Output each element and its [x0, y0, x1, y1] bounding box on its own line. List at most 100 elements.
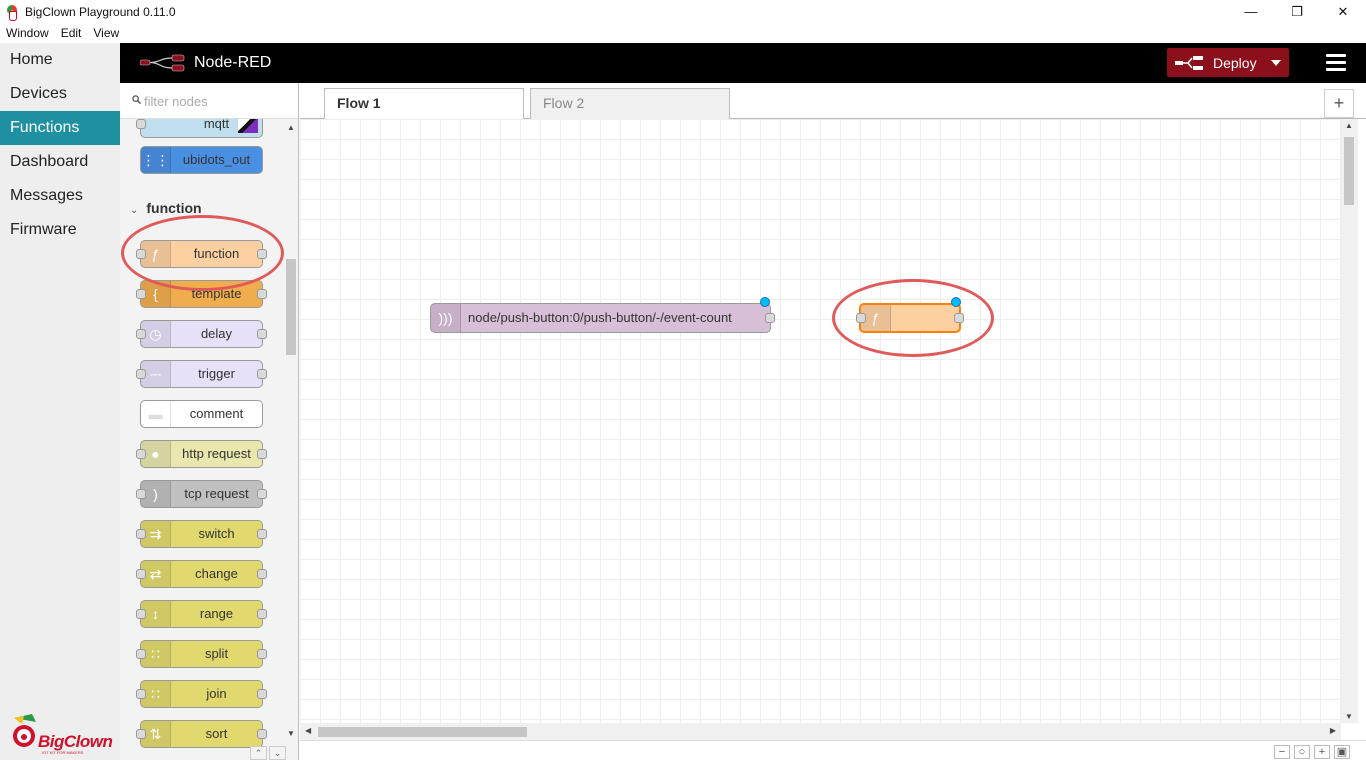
minimize-button[interactable]: — [1228, 0, 1274, 23]
window-title: BigClown Playground 0.11.0 [25, 4, 176, 19]
palette-node-comment[interactable]: ▬ comment [140, 400, 263, 428]
title-bar: BigClown Playground 0.11.0 — ❐ ✕ [0, 0, 1366, 23]
input-port [136, 649, 146, 659]
palette-node-label: sort [205, 726, 228, 741]
input-port[interactable] [856, 313, 866, 323]
nav-dashboard[interactable]: Dashboard [0, 145, 120, 179]
scroll-thumb[interactable] [318, 727, 527, 737]
palette-node-split[interactable]: ∷ split [136, 640, 267, 668]
flow-workspace[interactable]: ))) node/push-button:0/push-button/-/eve… [300, 119, 1341, 723]
input-port [136, 729, 146, 739]
restore-button[interactable]: ❐ [1274, 0, 1320, 23]
menu-window[interactable]: Window [0, 26, 55, 40]
palette-node-tcp-request[interactable]: ) tcp request [136, 480, 267, 508]
search-icon [132, 95, 141, 104]
app-title: Node-RED [194, 54, 272, 71]
input-port [136, 449, 146, 459]
deploy-dropdown-icon[interactable] [1271, 60, 1281, 66]
palette-node-change[interactable]: ⇄ change [136, 560, 267, 588]
filter-nodes-input[interactable] [144, 92, 294, 110]
palette-node-sort[interactable]: ⇅ sort [136, 720, 267, 748]
scroll-right-icon[interactable]: ▶ [1330, 726, 1336, 735]
brand-tagline: IOT KIT FOR MAKERS [42, 750, 84, 755]
palette-footer: ⌃ ⌄ [250, 746, 290, 760]
hamburger-menu-icon[interactable] [1326, 54, 1346, 72]
scroll-up-icon[interactable]: ▲ [287, 123, 295, 132]
app-sidebar: Home Devices Functions Dashboard Message… [0, 43, 120, 760]
nav-devices[interactable]: Devices [0, 77, 120, 111]
output-port [257, 529, 267, 539]
palette-node-label: change [195, 566, 238, 581]
output-port [257, 489, 267, 499]
navigator-button[interactable]: ▣ [1334, 745, 1350, 759]
add-flow-button[interactable]: + [1324, 89, 1354, 118]
workspace-vertical-scrollbar[interactable]: ▲ ▼ [1341, 119, 1358, 723]
palette-node-switch[interactable]: ⇉ switch [136, 520, 267, 548]
palette-node-label: split [204, 646, 229, 661]
output-port[interactable] [954, 313, 964, 323]
clown-logo-icon [13, 714, 36, 747]
scroll-up-icon[interactable]: ▲ [1345, 121, 1353, 130]
collapse-all-icon[interactable]: ⌃ [250, 746, 267, 760]
zoom-reset-button[interactable]: ○ [1294, 745, 1310, 759]
input-port [136, 289, 146, 299]
zoom-out-button[interactable]: − [1274, 745, 1290, 759]
palette-node-label: ubidots_out [182, 152, 251, 167]
menu-bar: Window Edit View [0, 23, 1366, 43]
palette-node-label: tcp request [184, 486, 249, 501]
mqtt-in-node[interactable]: ))) node/push-button:0/push-button/-/eve… [430, 297, 775, 333]
output-port [257, 689, 267, 699]
palette-node-trigger[interactable]: ⎓ trigger [136, 360, 267, 388]
input-port [136, 329, 146, 339]
window-controls: — ❐ ✕ [1228, 0, 1366, 23]
function-node[interactable]: ƒ [856, 297, 964, 333]
tab-flow-2[interactable]: Flow 2 [530, 88, 730, 119]
palette-node-label: comment [189, 406, 244, 421]
palette-scrollbar[interactable]: ▲ ▼ [283, 119, 298, 742]
palette-node-delay[interactable]: ◷ delay [136, 320, 267, 348]
close-button[interactable]: ✕ [1320, 0, 1366, 23]
palette-node-ubidots-out[interactable]: ⋮⋮ ubidots_out [140, 146, 263, 174]
palette-node-join[interactable]: ∷ join [136, 680, 267, 708]
chevron-down-icon: ⌄ [130, 205, 139, 216]
app-logo-icon [5, 4, 19, 21]
dots-icon: ⋮⋮ [141, 147, 171, 173]
input-port [136, 529, 146, 539]
palette-node-http-request[interactable]: ● http request [136, 440, 267, 468]
output-port [257, 249, 267, 259]
workspace-horizontal-scrollbar[interactable]: ◀ ▶ [300, 723, 1341, 740]
deploy-label: Deploy [1213, 55, 1257, 71]
palette-node-label: http request [182, 446, 251, 461]
palette-node-template[interactable]: {template [136, 280, 267, 308]
palette-node-label: trigger [198, 366, 235, 381]
nav-messages[interactable]: Messages [0, 179, 120, 213]
category-function-header[interactable]: ⌄ function [130, 200, 202, 216]
menu-edit[interactable]: Edit [55, 26, 88, 40]
nav-home[interactable]: Home [0, 43, 120, 77]
tab-flow-1[interactable]: Flow 1 [324, 88, 524, 120]
deploy-button[interactable]: Deploy [1167, 48, 1289, 77]
palette-node-label: switch [198, 526, 235, 541]
menu-view[interactable]: View [87, 26, 125, 40]
input-port [136, 569, 146, 579]
output-port[interactable] [765, 313, 775, 323]
input-port [136, 489, 146, 499]
comment-icon: ▬ [141, 401, 171, 427]
scroll-down-icon[interactable]: ▼ [287, 729, 295, 738]
expand-all-icon[interactable]: ⌄ [269, 746, 286, 760]
scroll-down-icon[interactable]: ▼ [1345, 712, 1353, 721]
zoom-in-button[interactable]: + [1314, 745, 1330, 759]
palette-node-range[interactable]: ↕ range [136, 600, 267, 628]
scroll-thumb[interactable] [286, 259, 296, 355]
output-port [257, 609, 267, 619]
palette-node-function[interactable]: ƒ function [136, 240, 267, 268]
scroll-left-icon[interactable]: ◀ [305, 726, 311, 735]
nav-functions[interactable]: Functions [0, 111, 120, 145]
output-port [257, 449, 267, 459]
nav-firmware[interactable]: Firmware [0, 213, 120, 247]
scroll-thumb[interactable] [1344, 137, 1354, 205]
palette-search [120, 83, 298, 119]
input-port [136, 249, 146, 259]
palette-node-label: delay [200, 326, 233, 341]
bigclown-logo: BigClown IOT KIT FOR MAKERS [8, 710, 114, 756]
